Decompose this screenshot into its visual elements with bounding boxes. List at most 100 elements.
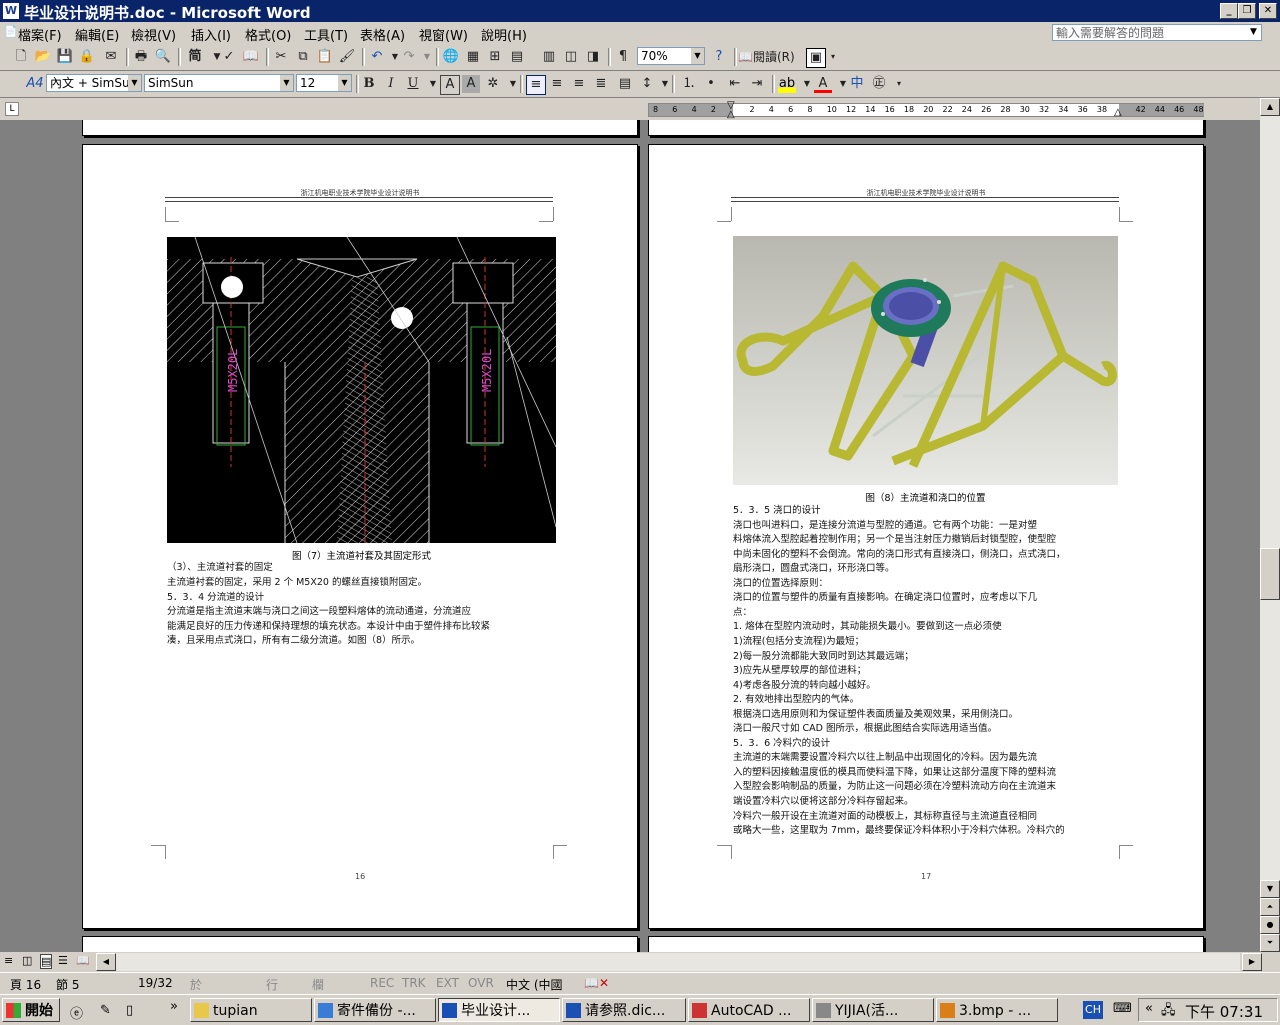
bullets-icon[interactable]: • — [702, 75, 720, 93]
status-trk[interactable]: TRK — [402, 976, 426, 990]
doc-menu-icon[interactable]: 📄 — [4, 25, 18, 38]
menu-help[interactable]: 說明(H) — [481, 25, 527, 44]
redo-icon[interactable]: ↷ — [400, 48, 418, 66]
show-hide-icon[interactable]: ¶ — [614, 48, 632, 66]
scroll-right-icon[interactable]: ▶ — [1242, 953, 1262, 971]
quicklaunch-more-icon[interactable]: » — [170, 999, 178, 1014]
phonetic-guide-icon[interactable]: 中 — [848, 75, 866, 93]
align-right-icon[interactable]: ≡ — [570, 75, 588, 93]
document-map-icon[interactable]: ◨ — [584, 48, 602, 66]
taskbar-task[interactable]: 3.bmp - ... — [936, 998, 1058, 1022]
status-ovr[interactable]: OVR — [468, 976, 494, 990]
enclose-char-icon[interactable]: ㊣ — [870, 75, 888, 93]
ie-icon[interactable]: ⓔ — [70, 1003, 83, 1022]
styles-pane-icon[interactable]: A4 — [24, 75, 46, 93]
save-icon[interactable]: 💾 — [56, 48, 74, 66]
highlight-icon[interactable]: ab — [778, 75, 796, 93]
insert-excel-icon[interactable]: ▤ — [508, 48, 526, 66]
help-icon[interactable]: ? — [710, 48, 728, 66]
outline-view-icon[interactable]: ☰ — [58, 954, 68, 967]
close-icon[interactable]: ✕ — [1259, 3, 1277, 19]
zoom-combo[interactable]: 70% ▼ — [637, 47, 705, 65]
format-painter-icon[interactable]: 🖌 — [338, 48, 356, 66]
research-icon[interactable]: 📖 — [242, 48, 260, 66]
paste-icon[interactable]: 📋 — [316, 48, 334, 66]
line-spacing-icon[interactable]: ▤ — [616, 75, 634, 93]
decrease-indent-icon[interactable]: ⇤ — [726, 75, 744, 93]
horizontal-scroll-track[interactable] — [116, 953, 1240, 971]
bold-icon[interactable]: B — [360, 75, 378, 93]
style-dropdown-icon[interactable]: ▼ — [128, 75, 141, 91]
cut-icon[interactable]: ✂ — [272, 48, 290, 66]
menu-format[interactable]: 格式(O) — [245, 25, 291, 44]
minimize-icon[interactable]: _ — [1220, 3, 1238, 19]
font-size-dropdown-icon[interactable]: ▼ — [338, 75, 351, 91]
open-icon[interactable]: 📂 — [34, 48, 52, 66]
clock[interactable]: 下午 07:31 — [1185, 1001, 1263, 1022]
redo-dropdown-icon[interactable]: ▼ — [418, 48, 436, 66]
page-17[interactable]: 浙江机电职业技术学院毕业设计说明书 图（8）主流道和浇口的位置 17 5．3．5… — [648, 144, 1204, 929]
taskbar-task[interactable]: 毕业设计... — [438, 998, 560, 1022]
read-mode-button[interactable]: 📖閱讀(R) — [738, 48, 800, 66]
next-page-icon[interactable]: ⏷ — [1260, 934, 1280, 952]
char-scale-icon[interactable]: ✲ — [484, 75, 502, 93]
scroll-down-icon[interactable]: ▼ — [1260, 880, 1280, 898]
picture-icon[interactable]: ▣ — [806, 48, 826, 68]
toolbar-options-icon[interactable]: ▾ — [828, 48, 838, 66]
hyperlink-icon[interactable]: 🌐 — [442, 48, 460, 66]
font-combo[interactable]: SimSun ▼ — [144, 74, 294, 92]
italic-icon[interactable]: I — [382, 75, 400, 93]
email-icon[interactable]: ✉ — [102, 48, 120, 66]
taskbar-task[interactable]: YIJIA(活... — [812, 998, 934, 1022]
spelling-status-icon[interactable]: 📖✕ — [584, 976, 609, 990]
page-16[interactable]: 浙江机电职业技术学院毕业设计说明书 M5X20L M5X20L 图（7）主流道衬… — [82, 144, 638, 929]
menu-tools[interactable]: 工具(T) — [304, 25, 348, 44]
tray-expand-icon[interactable]: « — [1145, 1001, 1153, 1016]
align-justify-icon[interactable]: ≡ — [526, 75, 546, 95]
scroll-up-icon[interactable]: ▲ — [1260, 98, 1280, 116]
taskbar-task[interactable]: AutoCAD ... — [688, 998, 810, 1022]
taskbar-task[interactable]: 请参照.dic... — [562, 998, 686, 1022]
scroll-thumb[interactable] — [1260, 548, 1280, 600]
undo-icon[interactable]: ↶ — [368, 48, 386, 66]
print-icon[interactable]: 🖶 — [132, 48, 150, 66]
menu-table[interactable]: 表格(A) — [360, 25, 405, 44]
insert-table-icon[interactable]: ⊞ — [486, 48, 504, 66]
format-toolbar-options-icon[interactable]: ▾ — [894, 75, 904, 93]
taskbar-task[interactable]: 寄件備份 -... — [314, 998, 436, 1022]
numbering-icon[interactable]: ⒈ — [680, 75, 698, 93]
document-area[interactable]: 浙江机电职业技术学院毕业设计说明书 M5X20L M5X20L 图（7）主流道衬… — [0, 120, 1260, 952]
drawing-icon[interactable]: ◫ — [562, 48, 580, 66]
font-color-icon[interactable]: A — [814, 75, 832, 93]
increase-indent-icon[interactable]: ⇥ — [748, 75, 766, 93]
print-layout-view-icon[interactable]: ▤ — [40, 954, 53, 969]
zoom-dropdown-icon[interactable]: ▼ — [691, 48, 704, 64]
ime-indicator[interactable]: CH — [1083, 1001, 1103, 1019]
char-border-icon[interactable]: A — [440, 75, 460, 95]
normal-view-icon[interactable]: ≡ — [4, 954, 13, 967]
left-indent-icon[interactable]: △ — [727, 109, 735, 120]
tab-selector-icon[interactable]: L — [5, 102, 19, 116]
previous-page-icon[interactable]: ⏶ — [1260, 898, 1280, 916]
menu-file[interactable]: 檔案(F) — [18, 25, 62, 44]
menu-insert[interactable]: 插入(I) — [191, 25, 231, 44]
align-center-icon[interactable]: ≡ — [548, 75, 566, 93]
distributed-icon[interactable]: ≣ — [592, 75, 610, 93]
network-icon[interactable]: 🖧 — [1161, 1001, 1176, 1023]
ask-dropdown-icon[interactable]: ▼ — [1250, 27, 1257, 37]
columns-icon[interactable]: ▥ — [540, 48, 558, 66]
menu-view[interactable]: 檢視(V) — [131, 25, 176, 44]
tables-borders-icon[interactable]: ▦ — [464, 48, 482, 66]
menu-window[interactable]: 視窗(W) — [419, 25, 468, 44]
style-combo[interactable]: 內文 + SimSun ▼ — [46, 74, 142, 92]
vertical-scrollbar[interactable]: ▲ ▼ ⏶ ● ⏷ — [1260, 98, 1280, 952]
new-icon[interactable]: 🗋 — [12, 48, 30, 66]
ask-question-input[interactable]: 輸入需要解答的問題 — [1052, 24, 1262, 41]
copy-icon[interactable]: ⧉ — [294, 48, 312, 66]
menu-edit[interactable]: 編輯(E) — [75, 25, 119, 44]
char-shading-icon[interactable]: A — [462, 75, 480, 93]
taskbar-task[interactable]: tupian — [190, 998, 312, 1022]
notepad-icon[interactable]: ▯ — [126, 1003, 133, 1018]
reading-view-icon[interactable]: 📖 — [76, 954, 90, 967]
simplified-convert-icon[interactable]: 简 — [184, 48, 206, 66]
